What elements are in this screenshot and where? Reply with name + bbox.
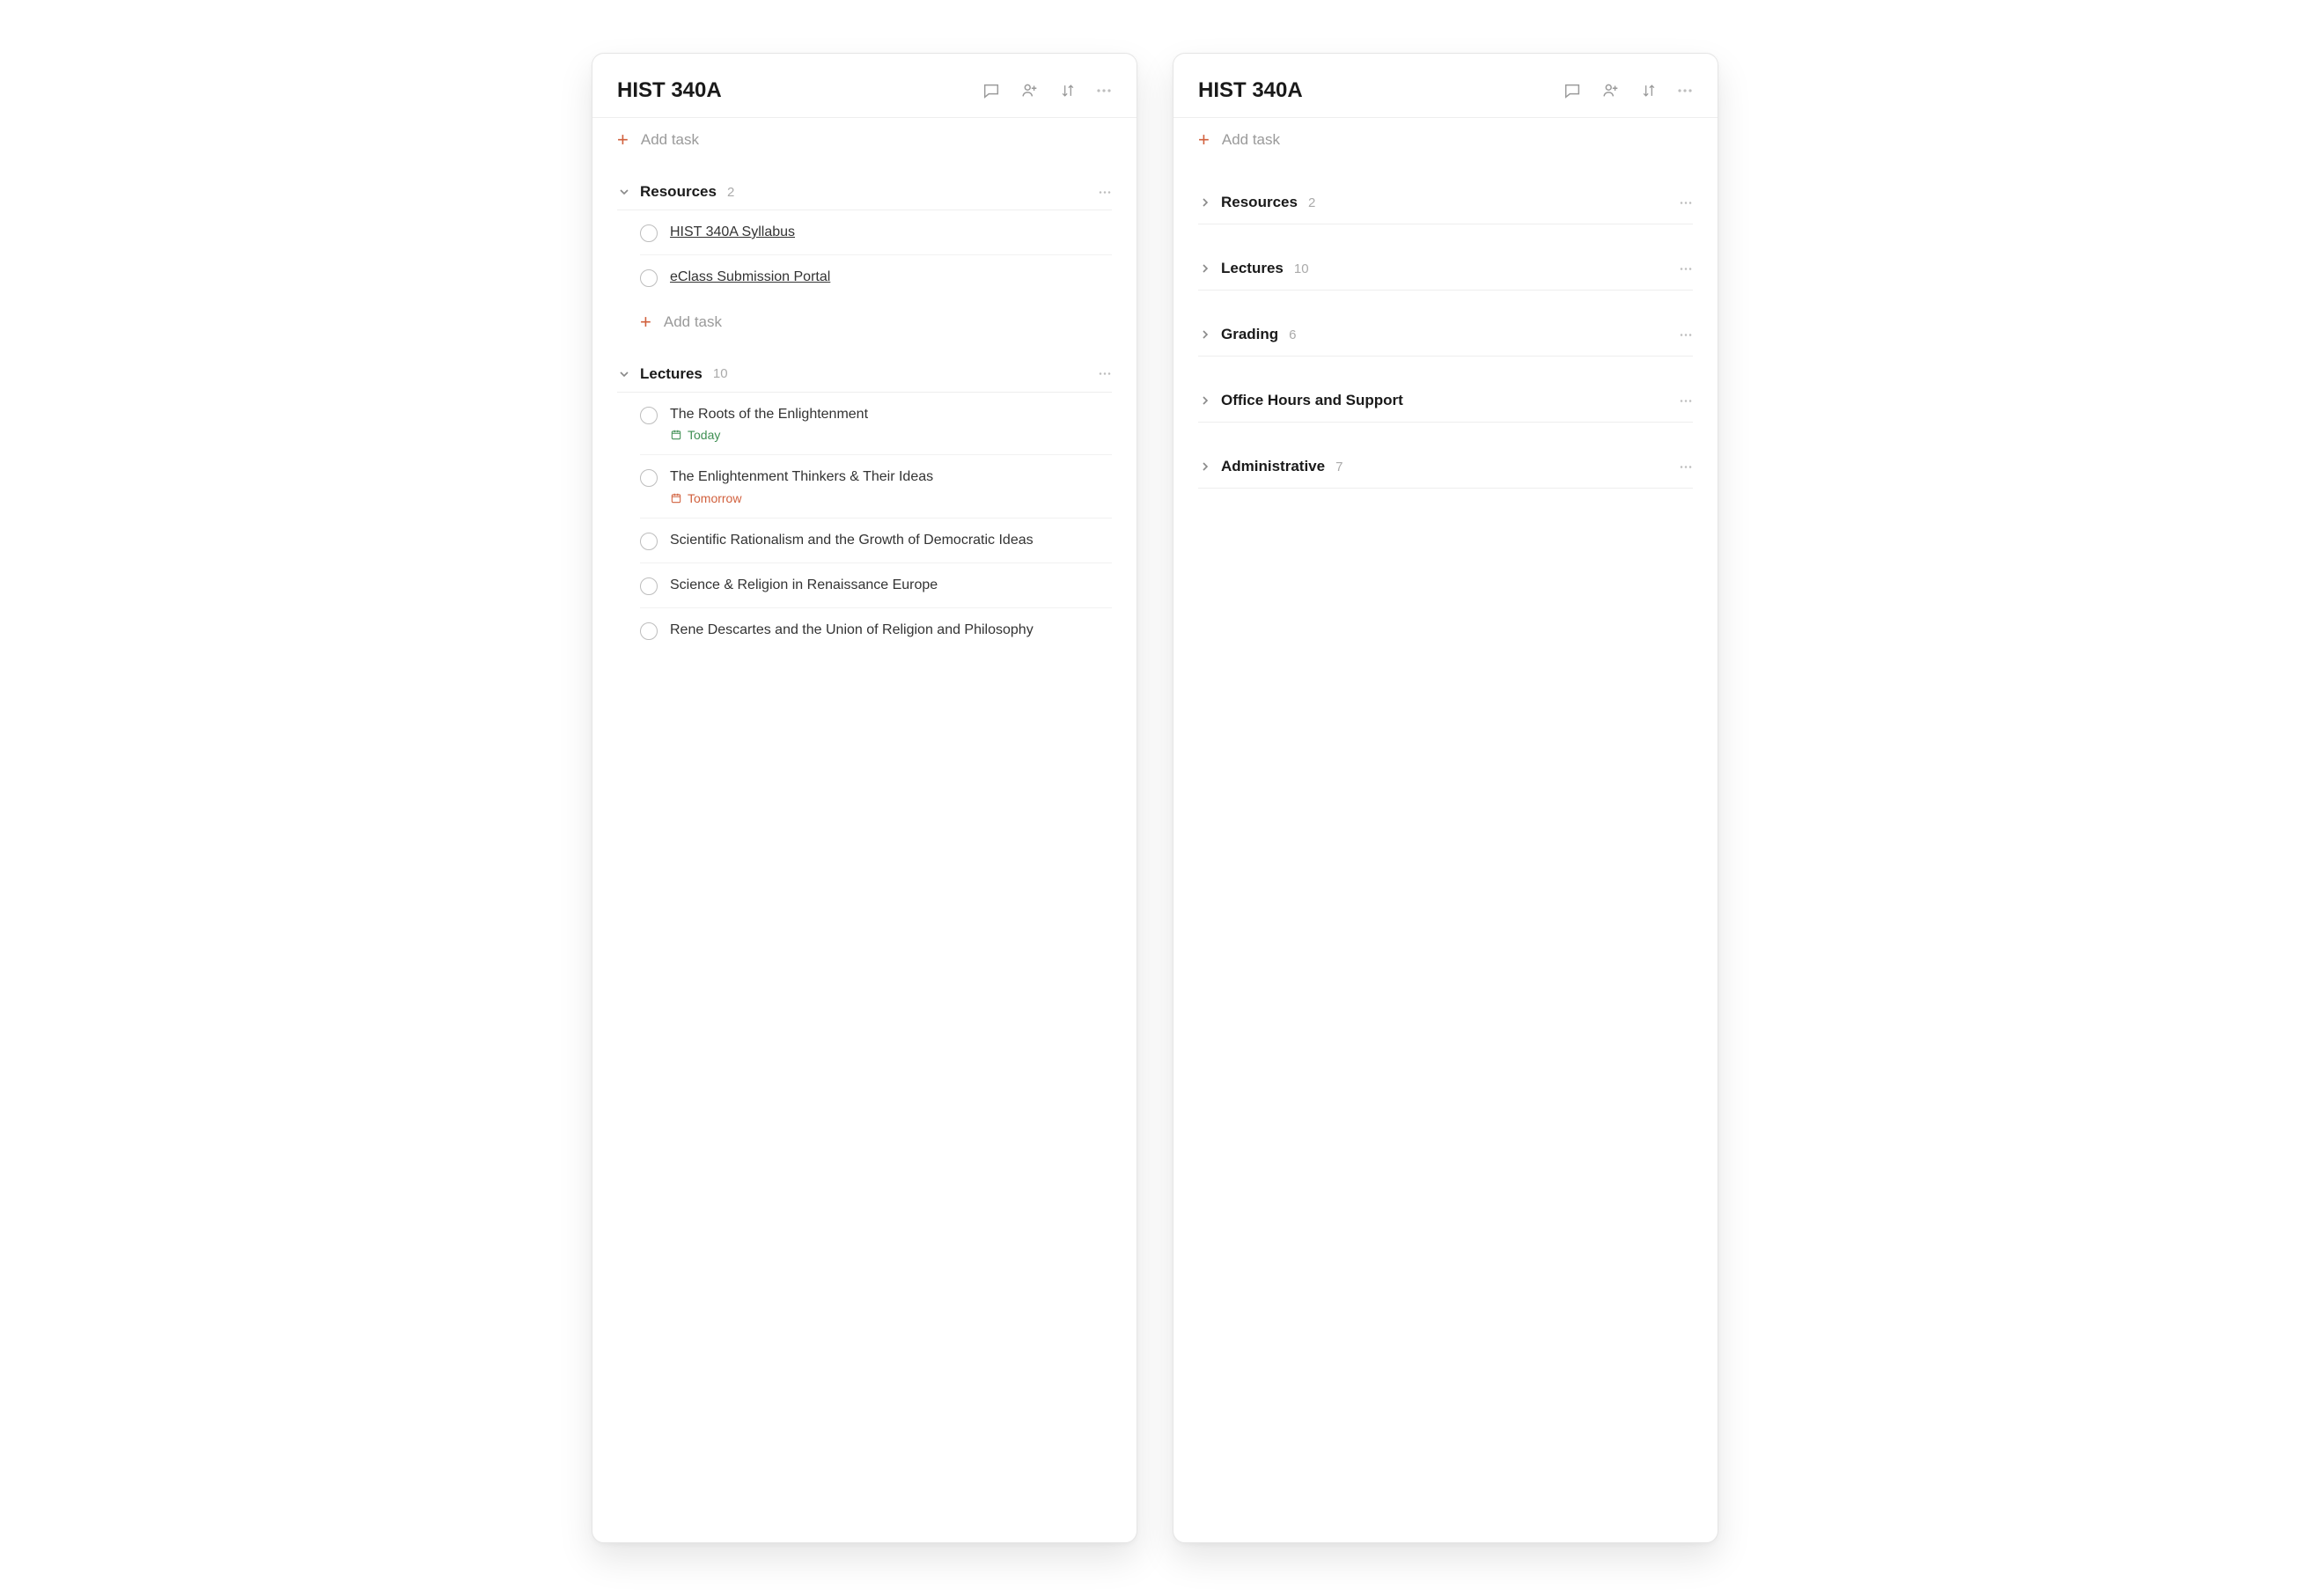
section-title: Grading	[1221, 326, 1278, 343]
task-title: Scientific Rationalism and the Growth of…	[670, 531, 1034, 550]
header-actions	[1563, 81, 1693, 100]
section-title: Resources	[640, 183, 717, 201]
task-title: Science & Religion in Renaissance Europe	[670, 576, 938, 595]
plus-icon: +	[617, 130, 629, 150]
section-resources: Resources 2 HIST 340A Syllabus eClass Su…	[592, 183, 1137, 341]
section-lectures: Lectures 10	[1173, 247, 1718, 291]
panel-expanded: HIST 340A + Add task Resources 2	[592, 53, 1137, 1543]
task-checkbox[interactable]	[640, 269, 658, 287]
panel-header: HIST 340A	[1173, 78, 1718, 118]
section-header[interactable]: Resources 2	[617, 183, 1112, 210]
section-more-icon[interactable]	[1679, 267, 1693, 271]
section-header[interactable]: Grading 6	[1198, 313, 1693, 357]
section-count: 2	[1308, 195, 1315, 210]
project-title: HIST 340A	[617, 78, 722, 103]
section-title: Administrative	[1221, 458, 1325, 475]
section-more-icon[interactable]	[1679, 465, 1693, 469]
section-lectures: Lectures 10 The Roots of the Enlightenme…	[592, 365, 1137, 653]
chevron-down-icon[interactable]	[617, 185, 631, 199]
section-office-hours: Office Hours and Support	[1173, 379, 1718, 423]
chevron-right-icon[interactable]	[1198, 195, 1212, 210]
plus-icon: +	[640, 313, 651, 332]
task-checkbox[interactable]	[640, 469, 658, 487]
task-checkbox[interactable]	[640, 622, 658, 640]
section-title: Lectures	[1221, 260, 1284, 277]
section-title: Lectures	[640, 365, 703, 383]
task-row[interactable]: The Enlightenment Thinkers & Their Ideas…	[640, 455, 1112, 518]
task-checkbox[interactable]	[640, 533, 658, 550]
section-more-icon[interactable]	[1679, 333, 1693, 337]
chevron-right-icon[interactable]	[1198, 327, 1212, 342]
more-icon[interactable]	[1677, 88, 1693, 93]
section-title: Resources	[1221, 194, 1298, 211]
add-task-button[interactable]: + Add task	[1173, 118, 1718, 158]
section-count: 2	[727, 185, 734, 200]
section-more-icon[interactable]	[1679, 399, 1693, 403]
task-row[interactable]: eClass Submission Portal	[640, 255, 1112, 299]
section-header[interactable]: Lectures 10	[1198, 247, 1693, 291]
section-add-task-button[interactable]: + Add task	[617, 300, 1112, 341]
section-header[interactable]: Resources 2	[1198, 181, 1693, 224]
task-checkbox[interactable]	[640, 577, 658, 595]
task-due: Tomorrow	[670, 491, 933, 505]
chevron-right-icon[interactable]	[1198, 261, 1212, 276]
share-icon[interactable]	[1601, 81, 1621, 100]
task-row[interactable]: Science & Religion in Renaissance Europe	[640, 563, 1112, 608]
task-title[interactable]: HIST 340A Syllabus	[670, 223, 795, 242]
section-administrative: Administrative 7	[1173, 445, 1718, 489]
sort-icon[interactable]	[1640, 82, 1658, 99]
add-task-button[interactable]: + Add task	[592, 118, 1137, 158]
section-header[interactable]: Office Hours and Support	[1198, 379, 1693, 423]
task-row[interactable]: The Roots of the Enlightenment Today	[640, 393, 1112, 455]
chevron-right-icon[interactable]	[1198, 393, 1212, 408]
chevron-right-icon[interactable]	[1198, 460, 1212, 474]
task-row[interactable]: Rene Descartes and the Union of Religion…	[640, 608, 1112, 652]
task-due: Today	[670, 428, 868, 442]
sort-icon[interactable]	[1059, 82, 1077, 99]
task-row[interactable]: Scientific Rationalism and the Growth of…	[640, 519, 1112, 563]
comments-icon[interactable]	[982, 81, 1001, 100]
section-count: 10	[1294, 261, 1309, 276]
add-task-label: Add task	[641, 131, 699, 149]
section-grading: Grading 6	[1173, 313, 1718, 357]
section-resources: Resources 2	[1173, 181, 1718, 224]
section-count: 7	[1335, 460, 1343, 474]
panel-collapsed: HIST 340A + Add task Resources 2	[1173, 53, 1718, 1543]
task-checkbox[interactable]	[640, 224, 658, 242]
task-title: The Roots of the Enlightenment	[670, 405, 868, 424]
task-title[interactable]: eClass Submission Portal	[670, 268, 830, 287]
section-count: 6	[1289, 327, 1296, 342]
add-task-label: Add task	[664, 313, 722, 331]
task-title: The Enlightenment Thinkers & Their Ideas	[670, 467, 933, 487]
section-header[interactable]: Administrative 7	[1198, 445, 1693, 489]
project-title: HIST 340A	[1198, 78, 1303, 103]
section-more-icon[interactable]	[1098, 190, 1112, 195]
section-header[interactable]: Lectures 10	[617, 365, 1112, 393]
chevron-down-icon[interactable]	[617, 367, 631, 381]
section-more-icon[interactable]	[1098, 371, 1112, 376]
share-icon[interactable]	[1020, 81, 1040, 100]
more-icon[interactable]	[1096, 88, 1112, 93]
comments-icon[interactable]	[1563, 81, 1582, 100]
section-title: Office Hours and Support	[1221, 392, 1403, 409]
add-task-label: Add task	[1222, 131, 1280, 149]
task-row[interactable]: HIST 340A Syllabus	[640, 210, 1112, 255]
task-title: Rene Descartes and the Union of Religion…	[670, 621, 1034, 640]
panel-header: HIST 340A	[592, 78, 1137, 118]
section-count: 10	[713, 366, 728, 381]
plus-icon: +	[1198, 130, 1210, 150]
header-actions	[982, 81, 1112, 100]
task-checkbox[interactable]	[640, 407, 658, 424]
section-more-icon[interactable]	[1679, 201, 1693, 205]
